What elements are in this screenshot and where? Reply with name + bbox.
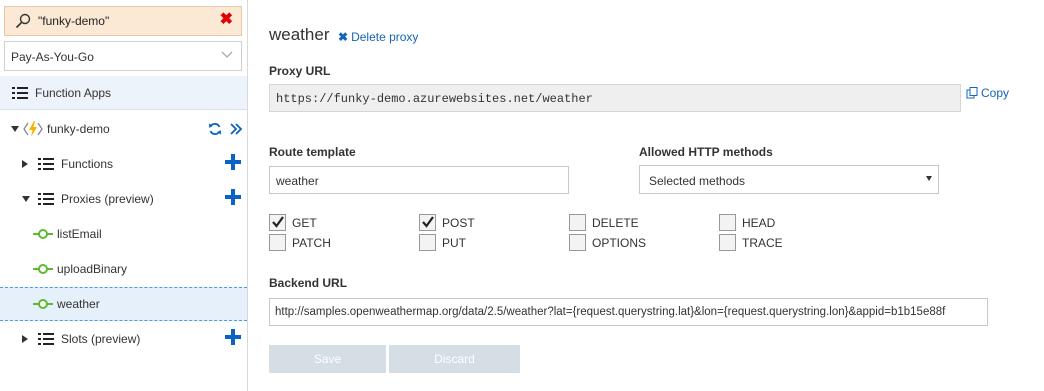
checkmark-icon	[422, 216, 434, 228]
route-template-label: Route template	[269, 145, 356, 159]
method-checkbox-get[interactable]: GET	[269, 214, 317, 231]
sidebar-item-function-apps[interactable]: Function Apps	[0, 76, 247, 110]
search-icon	[15, 13, 31, 29]
chevron-down-icon	[221, 51, 233, 58]
collapse-arrow-icon[interactable]	[11, 126, 19, 132]
method-checkbox-patch[interactable]: PATCH	[269, 234, 331, 251]
sidebar-item-uploadbinary[interactable]: uploadBinary	[0, 252, 247, 286]
method-label: PUT	[442, 235, 466, 250]
proxy-url-field[interactable]: https://funky-demo.azurewebsites.net/wea…	[269, 84, 961, 112]
list-icon	[38, 332, 54, 346]
allowed-methods-value: Selected methods	[649, 174, 746, 188]
sidebar-item-proxies[interactable]: Proxies (preview)	[0, 182, 247, 216]
sidebar-item-funky-demo[interactable]: funky-demo	[0, 112, 247, 146]
proxy-icon	[33, 299, 53, 309]
subscription-select[interactable]: Pay-As-You-Go	[4, 41, 242, 71]
list-icon	[38, 157, 54, 171]
clear-search-icon[interactable]: ✖	[220, 11, 233, 29]
expand-arrow-icon[interactable]	[22, 160, 28, 168]
sidebar-item-label: Slots (preview)	[61, 332, 141, 346]
sidebar-item-label: Proxies (preview)	[61, 192, 154, 206]
method-label: DELETE	[592, 215, 639, 230]
checkbox[interactable]	[269, 214, 286, 231]
backend-url-label: Backend URL	[269, 276, 348, 290]
refresh-icon[interactable]	[208, 122, 222, 136]
dropdown-arrow-icon	[926, 176, 932, 181]
checkbox[interactable]	[269, 234, 286, 251]
allowed-methods-label: Allowed HTTP methods	[639, 145, 773, 159]
add-slot-icon[interactable]	[225, 329, 241, 345]
method-label: TRACE	[742, 235, 783, 250]
expand-double-chevron-icon[interactable]	[229, 122, 243, 136]
method-checkbox-options[interactable]: OPTIONS	[569, 234, 646, 251]
method-label: OPTIONS	[592, 235, 647, 250]
method-checkbox-trace[interactable]: TRACE	[719, 234, 783, 251]
search-input[interactable]: "funky-demo"	[38, 14, 109, 28]
allowed-methods-select[interactable]: Selected methods	[639, 165, 939, 194]
route-template-input[interactable]: weather	[269, 166, 569, 194]
proxy-url-label: Proxy URL	[269, 64, 331, 78]
function-app-icon	[23, 121, 43, 137]
method-checkbox-delete[interactable]: DELETE	[569, 214, 639, 231]
list-icon	[38, 192, 54, 206]
copy-button[interactable]: Copy	[966, 86, 1009, 100]
method-checkbox-head[interactable]: HEAD	[719, 214, 775, 231]
discard-button[interactable]: Discard	[389, 345, 520, 373]
sidebar-item-listemail[interactable]: listEmail	[0, 217, 247, 251]
sidebar-item-functions[interactable]: Functions	[0, 147, 247, 181]
delete-proxy-link[interactable]: ✖ Delete proxy	[338, 30, 418, 44]
method-checkbox-post[interactable]: POST	[419, 214, 475, 231]
method-label: POST	[442, 215, 475, 230]
checkmark-icon	[272, 216, 284, 228]
method-checkbox-put[interactable]: PUT	[419, 234, 466, 251]
sidebar-item-label: weather	[57, 297, 100, 311]
expand-arrow-icon[interactable]	[22, 335, 28, 343]
sidebar-item-label: Functions	[61, 157, 114, 171]
checkbox[interactable]	[569, 214, 586, 231]
sidebar-item-weather[interactable]: weather	[0, 287, 247, 321]
copy-label: Copy	[981, 86, 1010, 100]
copy-icon	[966, 87, 978, 99]
backend-url-input[interactable]: http://samples.openweathermap.org/data/2…	[269, 298, 988, 326]
sidebar-item-label: uploadBinary	[57, 262, 128, 276]
proxy-icon	[33, 264, 53, 274]
sidebar-item-label: listEmail	[57, 227, 102, 241]
checkbox[interactable]	[419, 214, 436, 231]
checkbox[interactable]	[569, 234, 586, 251]
close-icon: ✖	[338, 30, 349, 44]
method-label: PATCH	[292, 235, 331, 250]
sidebar-item-label: Function Apps	[35, 85, 112, 100]
subscription-value: Pay-As-You-Go	[11, 50, 94, 64]
method-label: HEAD	[742, 215, 776, 230]
save-button[interactable]: Save	[269, 345, 386, 373]
sidebar-item-slots[interactable]: Slots (preview)	[0, 322, 247, 356]
add-proxy-icon[interactable]	[225, 189, 241, 205]
collapse-arrow-icon[interactable]	[22, 196, 30, 202]
checkbox[interactable]	[419, 234, 436, 251]
checkbox[interactable]	[719, 214, 736, 231]
list-icon	[12, 86, 28, 100]
method-label: GET	[292, 215, 317, 230]
proxy-editor: weather ✖ Delete proxy Proxy URL https://…	[249, 0, 1044, 391]
page-title: weather	[269, 25, 330, 44]
sidebar: "funky-demo" ✖ Pay-As-You-Go Function Ap…	[0, 0, 248, 391]
app-name: funky-demo	[47, 122, 110, 136]
delete-proxy-label: Delete proxy	[351, 30, 419, 44]
add-function-icon[interactable]	[225, 154, 241, 170]
search-box[interactable]: "funky-demo" ✖	[4, 6, 242, 36]
checkbox[interactable]	[719, 234, 736, 251]
proxy-icon	[33, 229, 53, 239]
